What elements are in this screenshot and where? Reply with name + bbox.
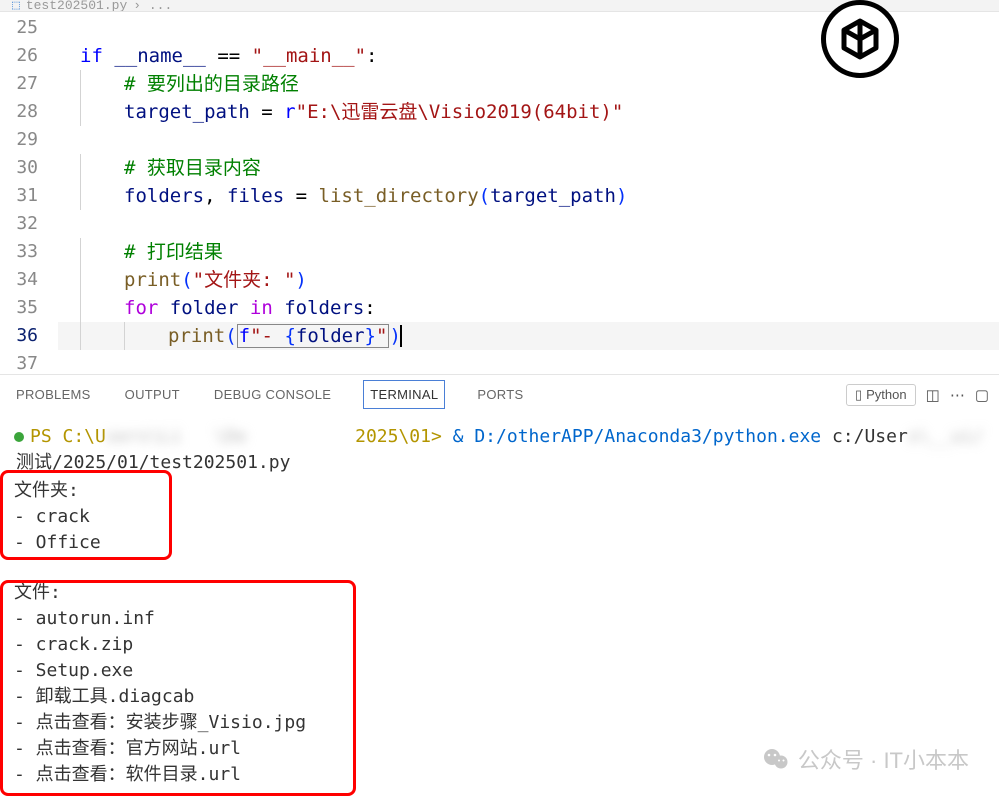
- line-number: 28: [0, 98, 38, 126]
- line-number: 26: [0, 42, 38, 70]
- code-line[interactable]: for folder in folders:: [58, 294, 999, 322]
- code-line[interactable]: # 打印结果: [58, 238, 999, 266]
- terminal-prompt-line: PS C:\Users\Li \De 2025\01> & D:/otherAP…: [14, 424, 985, 450]
- file-item: - autorun.inf: [14, 606, 985, 632]
- status-dot-icon: [14, 432, 24, 442]
- folder-item: - crack: [14, 504, 985, 530]
- tab-debug-console[interactable]: DEBUG CONSOLE: [212, 379, 333, 410]
- line-number: 34: [0, 266, 38, 294]
- folder-item: - Office: [14, 530, 985, 556]
- code-line[interactable]: [58, 126, 999, 154]
- watermark: 公众号 · IT小本本: [762, 743, 969, 775]
- code-line[interactable]: # 获取目录内容: [58, 154, 999, 182]
- code-line[interactable]: target_path = r"E:\迅雷云盘\Visio2019(64bit)…: [58, 98, 999, 126]
- cube-icon: [838, 17, 882, 61]
- code-line[interactable]: folders, files = list_directory(target_p…: [58, 182, 999, 210]
- split-terminal-icon[interactable]: ◫: [926, 386, 940, 404]
- python-file-icon: ⬚: [12, 0, 20, 12]
- line-number: 36: [0, 322, 38, 350]
- terminal-profile-selector[interactable]: ▯ Python: [846, 384, 916, 406]
- line-number-gutter: 25262728293031323334353637: [0, 12, 58, 374]
- line-number: 35: [0, 294, 38, 322]
- breadcrumb-trail: › ...: [133, 0, 172, 12]
- bottom-panel-tabs: PROBLEMS OUTPUT DEBUG CONSOLE TERMINAL P…: [0, 374, 999, 414]
- code-line[interactable]: print("文件夹: "): [58, 266, 999, 294]
- file-item: - Setup.exe: [14, 658, 985, 684]
- file-item: - 点击查看：安装步骤_Visio.jpg: [14, 710, 985, 736]
- line-number: 33: [0, 238, 38, 266]
- line-number: 30: [0, 154, 38, 182]
- line-number: 29: [0, 126, 38, 154]
- file-item: - 卸载工具.diagcab: [14, 684, 985, 710]
- terminal-profile-label: Python: [866, 387, 906, 402]
- file-item: - crack.zip: [14, 632, 985, 658]
- terminal-output[interactable]: PS C:\Users\Li \De 2025\01> & D:/otherAP…: [0, 414, 999, 788]
- terminal-icon: ▯: [855, 387, 862, 403]
- folders-header: 文件夹:: [14, 478, 985, 504]
- line-number: 27: [0, 70, 38, 98]
- wechat-icon: [762, 745, 790, 773]
- more-icon[interactable]: ⋯: [950, 386, 965, 404]
- tab-ports[interactable]: PORTS: [475, 379, 525, 410]
- watermark-text: 公众号 · IT小本本: [798, 743, 969, 775]
- line-number: 31: [0, 182, 38, 210]
- terminal-script-path: 测试/2025/01/test202501.py: [14, 450, 985, 476]
- code-line[interactable]: [58, 210, 999, 238]
- line-number: 25: [0, 14, 38, 42]
- tab-output[interactable]: OUTPUT: [123, 379, 182, 410]
- tab-terminal[interactable]: TERMINAL: [363, 380, 445, 409]
- line-number: 32: [0, 210, 38, 238]
- tab-problems[interactable]: PROBLEMS: [14, 379, 93, 410]
- files-header: 文件:: [14, 580, 985, 606]
- panel-controls: ▯ Python ◫ ⋯ ▢: [846, 384, 989, 406]
- brand-logo: [821, 0, 899, 78]
- tab-filename[interactable]: test202501.py: [26, 0, 127, 12]
- code-line[interactable]: print(f"- {folder}"): [58, 322, 999, 350]
- maximize-panel-icon[interactable]: ▢: [975, 386, 989, 404]
